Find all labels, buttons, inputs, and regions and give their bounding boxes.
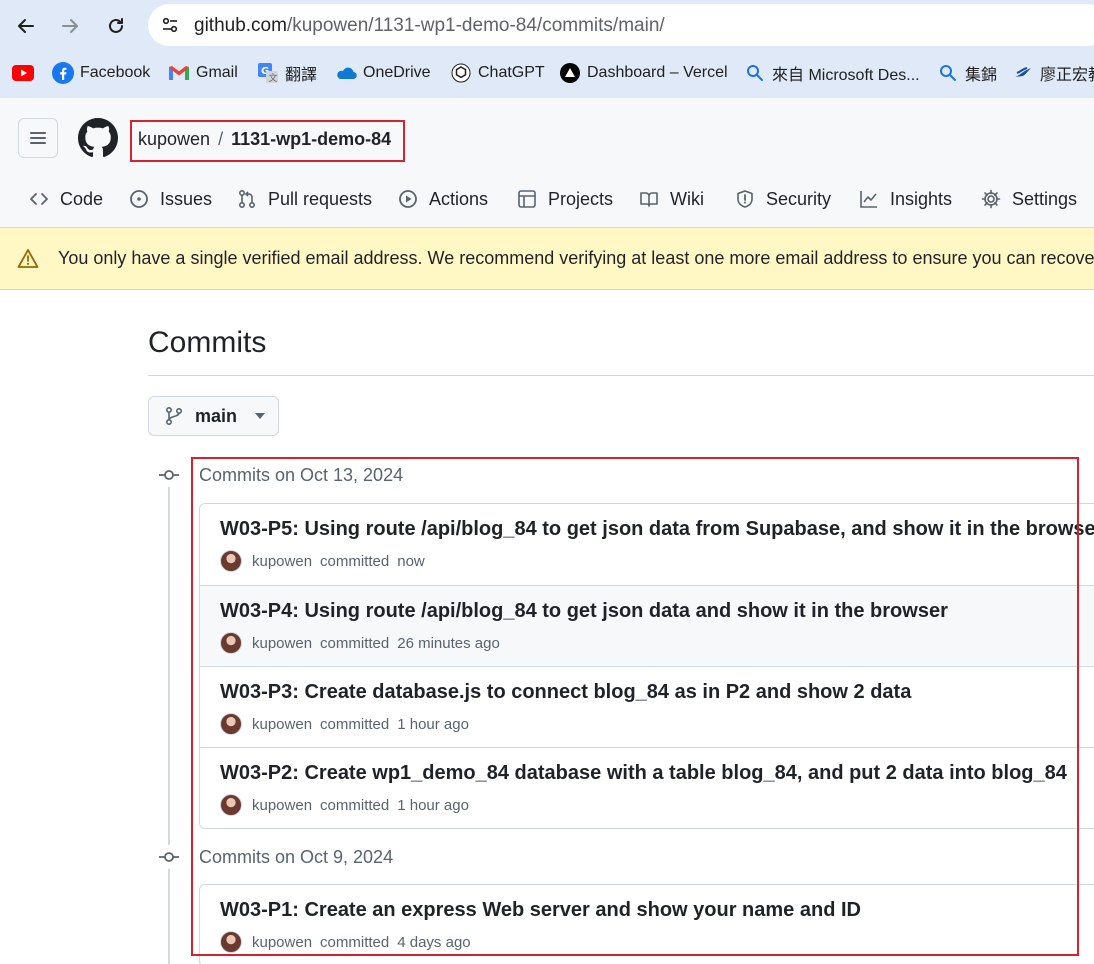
site-settings-icon[interactable]: [158, 13, 182, 37]
bookmark-facebook[interactable]: Facebook: [52, 58, 150, 88]
url-host: github.com: [194, 15, 287, 36]
bookmark-label: Dashboard – Vercel: [587, 64, 728, 81]
page-title: Commits: [148, 326, 267, 359]
projects-icon: [516, 188, 538, 210]
menu-button[interactable]: [18, 118, 58, 158]
bookmark-label: 廖正宏教: [1040, 67, 1094, 84]
repo-tabs: Code Issues Pull requests Actions Projec…: [0, 184, 1094, 214]
search-icon: [744, 62, 766, 84]
bookmark-label: 集錦: [965, 67, 998, 84]
bookmark-youtube[interactable]: [12, 58, 40, 88]
branch-icon: [165, 406, 185, 426]
reload-icon: [109, 18, 123, 33]
tab-code[interactable]: Code: [28, 184, 103, 214]
tab-label: Projects: [548, 188, 614, 209]
tab-label: Code: [60, 188, 104, 209]
bookmark-liao[interactable]: 廖正宏教: [1012, 58, 1094, 88]
youtube-icon: [12, 62, 34, 84]
url-path: /kupowen/1131-wp1-demo-84/commits/main/: [286, 15, 665, 36]
timeline-line: [168, 486, 170, 964]
tab-label: Insights: [890, 188, 953, 209]
wiki-icon: [638, 188, 660, 210]
bookmark-label: Gmail: [196, 64, 238, 81]
tab-projects[interactable]: Projects: [516, 184, 613, 214]
bookmark-chatgpt[interactable]: ChatGPT: [450, 58, 545, 88]
search-icon: [937, 62, 959, 84]
bookmark-label: OneDrive: [363, 64, 431, 81]
caret-down-icon: [255, 413, 266, 419]
bookmark-label: 翻譯: [285, 67, 318, 84]
bookmark-microsoft-designer[interactable]: 來自 Microsoft Des...: [744, 58, 920, 88]
back-button[interactable]: [8, 8, 44, 44]
annotation-box-commits: [191, 457, 1079, 956]
pull-request-icon: [236, 188, 258, 210]
bookmark-onedrive[interactable]: OneDrive: [335, 58, 431, 88]
vercel-icon: [559, 62, 581, 84]
arrow-right-icon: [62, 19, 78, 33]
tab-label: Security: [766, 188, 832, 209]
tab-insights[interactable]: Insights: [858, 184, 952, 214]
arrow-left-icon: [18, 19, 34, 33]
banner-message: You only have a single verified email ad…: [58, 248, 1094, 268]
tab-security[interactable]: Security: [734, 184, 831, 214]
svg-text:文: 文: [269, 72, 278, 84]
chatgpt-icon: [450, 62, 472, 84]
tab-issues[interactable]: Issues: [128, 184, 212, 214]
tab-label: Issues: [160, 188, 213, 209]
bookmark-logo-icon: [1012, 62, 1034, 84]
insights-icon: [858, 188, 880, 210]
annotation-box-repo: [130, 120, 405, 162]
actions-icon: [397, 188, 419, 210]
address-bar[interactable]: github.com/kupowen/1131-wp1-demo-84/comm…: [148, 4, 1094, 46]
github-logo-icon[interactable]: [78, 118, 118, 158]
tab-wiki[interactable]: Wiki: [638, 184, 704, 214]
code-icon: [28, 188, 50, 210]
url-text: github.com/kupowen/1131-wp1-demo-84/comm…: [194, 15, 665, 37]
security-icon: [734, 188, 756, 210]
bookmark-label: Facebook: [80, 64, 151, 81]
bookmarks-bar: Facebook Gmail G文 翻譯 OneDrive ChatGPT Da…: [0, 58, 1094, 88]
tab-pull-requests[interactable]: Pull requests: [236, 184, 372, 214]
tab-settings[interactable]: Settings: [980, 184, 1077, 214]
bookmark-translate[interactable]: G文 翻譯: [257, 58, 317, 88]
tab-label: Wiki: [670, 188, 704, 209]
bookmark-collections[interactable]: 集錦: [937, 58, 997, 88]
email-warning-banner: You only have a single verified email ad…: [0, 228, 1094, 290]
repo-header: kupowen/1131-wp1-demo-84 Code Issues Pul…: [0, 98, 1094, 228]
translate-icon: G文: [257, 62, 279, 84]
onedrive-icon: [335, 62, 357, 84]
tab-label: Pull requests: [268, 188, 373, 209]
branch-name: main: [195, 405, 238, 426]
branch-selector-button[interactable]: main: [148, 396, 279, 436]
facebook-icon: [52, 62, 74, 84]
bookmark-label: ChatGPT: [478, 64, 545, 81]
tab-actions[interactable]: Actions: [397, 184, 488, 214]
bookmark-vercel[interactable]: Dashboard – Vercel: [559, 58, 728, 88]
reload-button[interactable]: [98, 8, 134, 44]
tab-label: Settings: [1012, 188, 1078, 209]
settings-icon: [980, 188, 1002, 210]
gmail-icon: [168, 62, 190, 84]
tab-label: Actions: [429, 188, 489, 209]
alert-icon: [17, 248, 39, 270]
commit-group-icon: [157, 845, 181, 869]
issues-icon: [128, 188, 150, 210]
bookmark-label: 來自 Microsoft Des...: [772, 67, 920, 84]
browser-chrome: github.com/kupowen/1131-wp1-demo-84/comm…: [0, 0, 1094, 98]
hamburger-icon: [30, 132, 46, 144]
forward-button[interactable]: [52, 8, 88, 44]
bookmark-gmail[interactable]: Gmail: [168, 58, 238, 88]
commit-group-icon: [157, 463, 181, 487]
title-divider: [148, 375, 1094, 376]
